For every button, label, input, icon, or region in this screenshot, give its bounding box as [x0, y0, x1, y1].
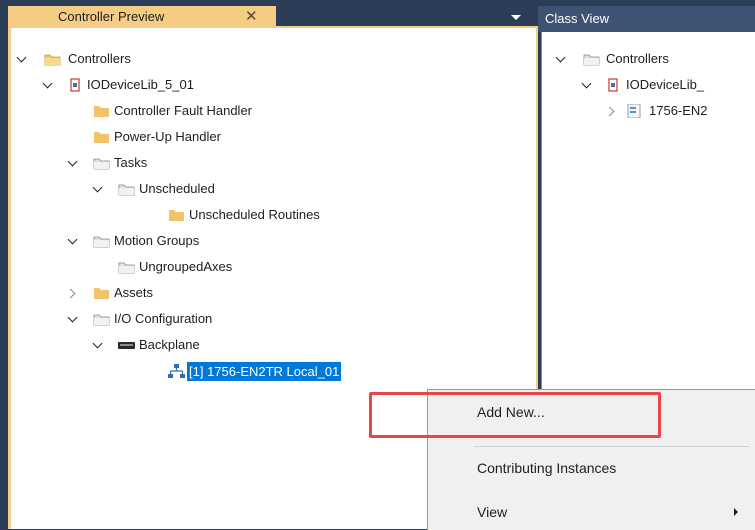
- folder-open-icon: [93, 236, 110, 248]
- chevron-down-icon[interactable]: [67, 156, 78, 167]
- tree-label: Power-Up Handler: [114, 129, 221, 144]
- menu-item-label: View: [477, 504, 508, 520]
- folder-icon: [94, 132, 109, 143]
- controller-icon: [70, 78, 80, 92]
- module-icon: [627, 104, 641, 118]
- controller-icon: [608, 78, 618, 92]
- tree-item-module[interactable]: 1756-EN2: [542, 101, 755, 123]
- tree-label: Motion Groups: [114, 233, 200, 248]
- tree-label: Unscheduled Routines: [189, 207, 320, 222]
- folder-open-icon: [583, 54, 600, 66]
- menu-separator: [474, 446, 749, 447]
- folder-open-icon: [93, 158, 110, 170]
- tree-item-unscheduled-routines[interactable]: Unscheduled Routines: [11, 205, 531, 227]
- tree-label: Controller Fault Handler: [114, 103, 253, 118]
- tree-item-power-up-handler[interactable]: Power-Up Handler: [11, 127, 531, 149]
- chevron-down-icon[interactable]: [42, 78, 53, 89]
- chevron-right-icon[interactable]: [65, 288, 76, 299]
- tree-item-controller[interactable]: IODeviceLib_: [542, 75, 755, 97]
- chevron-down-icon[interactable]: [67, 312, 78, 323]
- tree-item-io-configuration[interactable]: I/O Configuration: [11, 309, 531, 331]
- chevron-down-icon[interactable]: [92, 338, 103, 349]
- tree-item-ungrouped-axes[interactable]: UngroupedAxes: [11, 257, 531, 279]
- folder-open-icon: [118, 262, 135, 274]
- network-module-icon: [168, 364, 185, 378]
- tree-label: 1756-EN2: [649, 103, 708, 118]
- highlight-annotation: [369, 392, 661, 438]
- tree-label: I/O Configuration: [114, 311, 213, 326]
- backplane-icon: [118, 342, 135, 349]
- tree-label: IODeviceLib_5_01: [87, 77, 194, 92]
- tree-item-backplane[interactable]: Backplane: [11, 335, 531, 357]
- tree-item-controllers[interactable]: Controllers: [542, 49, 755, 71]
- tab-dropdown-icon[interactable]: [511, 15, 521, 20]
- menu-item-label: Contributing Instances: [477, 460, 617, 476]
- tree-item-ethernet-module[interactable]: [1] 1756-EN2TR Local_01: [11, 361, 531, 383]
- tree-item-assets[interactable]: Assets: [11, 283, 531, 305]
- tree-item-unscheduled[interactable]: Unscheduled: [11, 179, 531, 201]
- folder-open-icon: [93, 314, 110, 326]
- folder-open-icon: [118, 184, 135, 196]
- menu-item-contributing-instances[interactable]: Contributing Instances: [430, 450, 752, 486]
- chevron-down-icon[interactable]: [555, 52, 566, 63]
- tree-label: Assets: [114, 285, 154, 300]
- chevron-down-icon[interactable]: [67, 234, 78, 245]
- submenu-arrow-icon: [734, 508, 738, 516]
- tab-title: Controller Preview: [58, 8, 165, 24]
- tree-item-controllers[interactable]: Controllers: [11, 49, 531, 71]
- tree-label: UngroupedAxes: [139, 259, 233, 274]
- folder-open-icon: [44, 54, 61, 66]
- tree-label: Controllers: [606, 51, 669, 66]
- tree-label-selected: [1] 1756-EN2TR Local_01: [187, 362, 342, 381]
- chevron-right-icon[interactable]: [604, 106, 615, 117]
- tab-class-view[interactable]: Class View: [538, 6, 755, 32]
- tree-label: IODeviceLib_: [626, 77, 705, 92]
- tree-item-tasks[interactable]: Tasks: [11, 153, 531, 175]
- tree-item-controller-fault-handler[interactable]: Controller Fault Handler: [11, 101, 531, 123]
- tree-label: Tasks: [114, 155, 148, 170]
- tree-item-motion-groups[interactable]: Motion Groups: [11, 231, 531, 253]
- folder-icon: [94, 288, 109, 299]
- tab-controller-preview[interactable]: Controller Preview ✕: [8, 6, 276, 26]
- tree-label: Unscheduled: [139, 181, 215, 196]
- tree-label: Backplane: [139, 337, 200, 352]
- folder-icon: [94, 106, 109, 117]
- menu-item-view[interactable]: View: [430, 494, 752, 530]
- chevron-down-icon[interactable]: [581, 78, 592, 89]
- chevron-down-icon[interactable]: [16, 52, 27, 63]
- tab-title: Class View: [545, 11, 610, 26]
- tree-item-controller[interactable]: IODeviceLib_5_01: [11, 75, 531, 97]
- tree-label: Controllers: [68, 51, 131, 66]
- folder-icon: [169, 210, 184, 221]
- close-icon[interactable]: ✕: [245, 7, 258, 25]
- chevron-down-icon[interactable]: [92, 182, 103, 193]
